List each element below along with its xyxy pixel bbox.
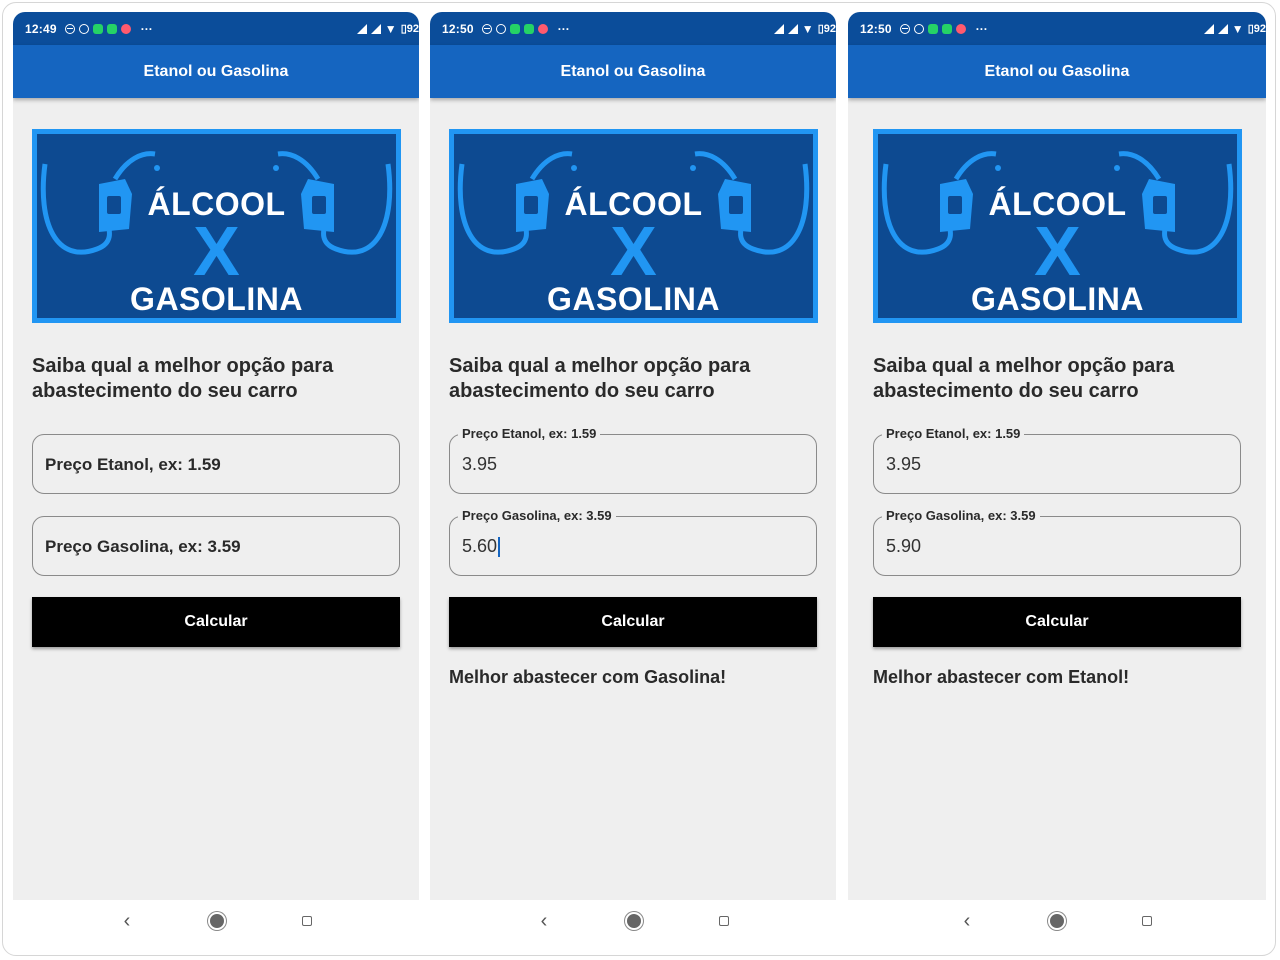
recent-apps-icon[interactable]	[710, 900, 738, 942]
back-icon[interactable]: ‹	[530, 900, 558, 942]
banner-title-gasolina: GASOLINA	[547, 281, 720, 317]
signal-icon	[370, 23, 381, 34]
status-bar: 12:50 ··· ▼ ▯92	[848, 12, 1266, 45]
banner-title-gasolina: GASOLINA	[130, 281, 303, 317]
signal-icon	[787, 23, 798, 34]
gasolina-field-label: Preço Gasolina, ex: 3.59	[882, 508, 1040, 523]
battery-level: 92	[1253, 23, 1266, 35]
banner-image: ÁLCOOL X GASOLINA	[32, 129, 401, 323]
phone-screen-2: 12:50 ··· ▼ ▯92 Etanol ou Gasolina ÁLCOO…	[430, 12, 836, 942]
do-not-disturb-icon	[481, 23, 492, 34]
battery-level: 92	[823, 23, 836, 35]
status-time: 12:50	[860, 21, 892, 36]
whatsapp-icon	[523, 23, 534, 34]
alarm-icon	[78, 23, 89, 34]
etanol-placeholder: Preço Etanol, ex: 1.59	[45, 455, 221, 474]
wifi-icon: ▼	[384, 21, 397, 36]
phone-screen-1: 12:49 ··· ▼ ▯92 Etanol ou Gasolina ÁLCOO…	[13, 12, 419, 942]
gasolina-value-wrap: 5.60	[462, 536, 501, 558]
etanol-value: 3.95	[462, 454, 498, 474]
back-icon[interactable]: ‹	[113, 900, 141, 942]
calculate-button[interactable]: Calcular	[449, 597, 817, 647]
app-bar: Etanol ou Gasolina	[430, 45, 836, 98]
alarm-icon	[913, 23, 924, 34]
banner-versus: X	[1034, 212, 1081, 290]
battery-icon: ▯92	[1247, 23, 1266, 35]
result-text: Melhor abastecer com Etanol!	[873, 667, 1130, 687]
more-notifications-icon: ···	[557, 21, 570, 36]
whatsapp-icon	[941, 23, 952, 34]
status-time: 12:50	[442, 21, 474, 36]
whatsapp-icon	[509, 23, 520, 34]
banner-title-gasolina: GASOLINA	[971, 281, 1144, 317]
more-notifications-icon: ···	[140, 21, 153, 36]
signal-icon	[356, 23, 367, 34]
signal-icon	[1203, 23, 1214, 34]
whatsapp-icon	[927, 23, 938, 34]
status-bar: 12:49 ··· ▼ ▯92	[13, 12, 419, 45]
banner-image: ÁLCOOL X GASOLINA	[873, 129, 1242, 323]
subtitle: Saiba qual a melhor opção para abastecim…	[873, 355, 1175, 402]
gasolina-price-input[interactable]: Preço Gasolina, ex: 3.59 5.90	[873, 508, 1241, 576]
gasolina-price-input[interactable]: Preço Gasolina, ex: 3.59 5.60	[449, 508, 817, 576]
system-nav-bar: ‹	[430, 900, 836, 942]
etanol-price-input[interactable]: Preço Etanol, ex: 1.59 3.95	[449, 426, 817, 494]
more-notifications-icon: ···	[975, 21, 988, 36]
calculate-button[interactable]: Calcular	[873, 597, 1241, 647]
signal-icon	[1217, 23, 1228, 34]
message-icon	[955, 23, 966, 34]
back-icon[interactable]: ‹	[953, 900, 981, 942]
subtitle: Saiba qual a melhor opção para abastecim…	[449, 355, 751, 402]
status-bar: 12:50 ··· ▼ ▯92	[430, 12, 836, 45]
recent-apps-icon[interactable]	[293, 900, 321, 942]
home-icon[interactable]	[203, 900, 231, 942]
banner-versus: X	[193, 212, 240, 290]
wifi-icon: ▼	[801, 21, 814, 36]
message-icon	[537, 23, 548, 34]
status-time: 12:49	[25, 21, 57, 36]
subtitle: Saiba qual a melhor opção para abastecim…	[32, 355, 334, 402]
etanol-price-input[interactable]: Preço Etanol, ex: 1.59 3.95	[873, 426, 1241, 494]
do-not-disturb-icon	[899, 23, 910, 34]
system-nav-bar: ‹	[13, 900, 419, 942]
gasolina-price-input[interactable]: Preço Gasolina, ex: 3.59	[32, 516, 400, 576]
app-bar: Etanol ou Gasolina	[848, 45, 1266, 98]
banner-image: ÁLCOOL X GASOLINA	[449, 129, 818, 323]
signal-icon	[773, 23, 784, 34]
do-not-disturb-icon	[64, 23, 75, 34]
message-icon	[120, 23, 131, 34]
recent-apps-icon[interactable]	[1133, 900, 1161, 942]
etanol-field-label: Preço Etanol, ex: 1.59	[458, 426, 601, 441]
gasolina-value: 5.60	[462, 536, 498, 556]
etanol-field-label: Preço Etanol, ex: 1.59	[882, 426, 1025, 441]
gasolina-placeholder: Preço Gasolina, ex: 3.59	[45, 537, 241, 556]
battery-icon: ▯92	[400, 23, 419, 35]
home-icon[interactable]	[620, 900, 648, 942]
gasolina-field-label: Preço Gasolina, ex: 3.59	[458, 508, 616, 523]
home-icon[interactable]	[1043, 900, 1071, 942]
app-title: Etanol ou Gasolina	[560, 62, 706, 80]
battery-icon: ▯92	[817, 23, 836, 35]
etanol-value: 3.95	[886, 454, 922, 474]
app-title: Etanol ou Gasolina	[143, 62, 289, 80]
whatsapp-icon	[106, 23, 117, 34]
app-bar: Etanol ou Gasolina	[13, 45, 419, 98]
calculate-button[interactable]: Calcular	[32, 597, 400, 647]
gasolina-value: 5.90	[886, 536, 922, 556]
phone-screen-3: 12:50 ··· ▼ ▯92 Etanol ou Gasolina ÁLCOO…	[848, 12, 1266, 942]
system-nav-bar: ‹	[848, 900, 1266, 942]
etanol-price-input[interactable]: Preço Etanol, ex: 1.59	[32, 434, 400, 494]
alarm-icon	[495, 23, 506, 34]
text-cursor	[498, 537, 501, 558]
result-text: Melhor abastecer com Gasolina!	[449, 667, 727, 687]
battery-level: 92	[406, 23, 419, 35]
app-title: Etanol ou Gasolina	[984, 62, 1130, 80]
wifi-icon: ▼	[1231, 21, 1244, 36]
banner-versus: X	[610, 212, 657, 290]
whatsapp-icon	[92, 23, 103, 34]
